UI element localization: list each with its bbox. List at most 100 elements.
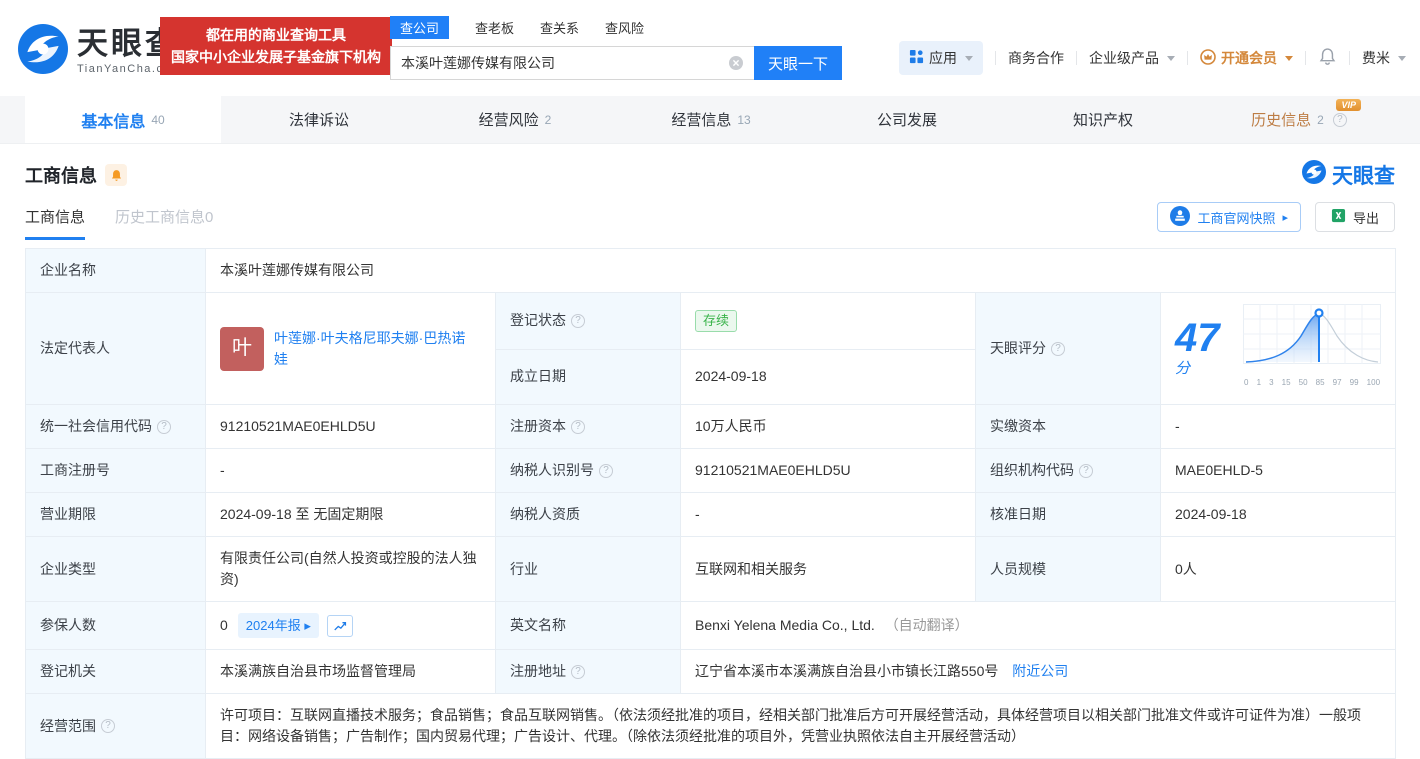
taxpayer-qualification-value: - (680, 492, 976, 537)
help-icon[interactable] (101, 719, 115, 733)
field-label: 经营范围 (25, 693, 206, 759)
help-icon[interactable] (157, 419, 171, 434)
reg-authority-value: 本溪满族自治县市场监督管理局 (205, 649, 496, 694)
field-label: 统一社会信用代码 (25, 404, 206, 449)
chevron-down-icon (1398, 55, 1406, 61)
field-label: 注册资本 (495, 404, 681, 449)
section-header: 工商信息 天眼查 (0, 144, 1420, 194)
chevron-down-icon (1285, 55, 1293, 61)
tianyancha-logo[interactable]: 天眼查 TianYanCha.com (18, 24, 182, 79)
english-name-value: Benxi Yelena Media Co., Ltd. (695, 617, 875, 633)
tab-history-info[interactable]: 历史信息 2 VIP (1201, 96, 1397, 143)
trend-chart-icon (334, 621, 346, 630)
export-button[interactable]: 导出 (1314, 202, 1395, 232)
insured-count-value: 0 (220, 617, 228, 633)
avatar[interactable]: 叶 (220, 326, 264, 371)
promo-line2: 国家中小企业发展子基金旗下机构 (171, 49, 381, 65)
score-axis-ticks: 0 1 3 15 50 85 97 99 100 (1244, 378, 1381, 387)
company-tab-bar: 基本信息 40 法律诉讼 经营风险 2 经营信息 13 公司发展 知识产权 历史… (0, 96, 1420, 144)
table-row: 企业类型 有限责任公司(自然人投资或控股的法人独资) 行业 互联网和相关服务 人… (25, 536, 1397, 602)
taxpayer-no-value: 91210521MAE0EHLD5U (680, 448, 976, 493)
score-value: 47 (1175, 316, 1220, 360)
apps-grid-icon (909, 49, 924, 67)
search-box: 查公司 查老板 查关系 查风险 天眼一下 (390, 16, 842, 80)
help-icon[interactable] (571, 664, 585, 679)
field-label: 营业期限 (25, 492, 206, 537)
help-icon[interactable] (571, 313, 585, 328)
tab-intellectual-property[interactable]: 知识产权 (1005, 96, 1201, 143)
header-nav: 应用 商务合作 企业级产品 开通会员 费米 (899, 41, 1406, 75)
table-row: 营业期限 2024-09-18 至 无固定期限 纳税人资质 - 核准日期 202… (25, 492, 1397, 537)
bell-icon (1318, 47, 1337, 69)
company-name-value: 本溪叶莲娜传媒有限公司 (204, 248, 1397, 293)
annual-report-tag[interactable]: 2024年报 ▸ (237, 613, 319, 638)
field-label: 参保人数 (25, 601, 206, 650)
watermark-logo: 天眼查 (1302, 160, 1395, 190)
tab-business-info[interactable]: 经营信息 13 (613, 96, 809, 143)
nav-vip[interactable]: 开通会员 (1200, 48, 1293, 68)
stamp-icon (1170, 205, 1191, 229)
field-label: 行业 (495, 536, 681, 602)
nav-cooperation-label: 商务合作 (1008, 50, 1064, 66)
search-tabs: 查公司 查老板 查关系 查风险 (390, 16, 842, 39)
nav-user[interactable]: 费米 (1362, 48, 1406, 68)
field-label: 成立日期 (495, 348, 681, 406)
nav-apps[interactable]: 应用 (899, 41, 983, 75)
trend-chart-button[interactable] (326, 614, 353, 637)
search-tab-boss[interactable]: 查老板 (475, 18, 514, 37)
table-row: 经营范围 许可项目：互联网直播技术服务；食品销售；食品互联网销售。（依法须经批准… (25, 693, 1397, 759)
notification-bell[interactable] (1318, 47, 1337, 69)
table-row: 参保人数 0 2024年报 ▸ 英文名称 Benxi Yelena Media … (25, 601, 1397, 650)
subscribe-bell-button[interactable] (105, 164, 127, 186)
industry-value: 互联网和相关服务 (680, 536, 976, 602)
reg-status-cell: 存续 (680, 292, 976, 350)
reg-capital-value: 10万人民币 (680, 404, 976, 449)
search-button[interactable]: 天眼一下 (754, 46, 842, 80)
field-label: 纳税人识别号 (495, 448, 681, 493)
search-tab-company[interactable]: 查公司 (390, 16, 450, 39)
clear-search-icon[interactable] (728, 55, 744, 71)
help-icon[interactable] (1332, 112, 1347, 127)
approval-date-value: 2024-09-18 (1159, 492, 1397, 537)
reg-address-value: 辽宁省本溪市本溪满族自治县小市镇长江路550号 (695, 663, 999, 679)
table-row: 统一社会信用代码 91210521MAE0EHLD5U 注册资本 10万人民币 … (25, 404, 1397, 449)
tab-operating-risk[interactable]: 经营风险 2 (417, 96, 613, 143)
nav-cooperation[interactable]: 商务合作 (1008, 48, 1064, 68)
chevron-down-icon (1167, 55, 1175, 61)
nav-user-label: 费米 (1362, 50, 1390, 66)
official-snapshot-button[interactable]: 工商官网快照 ▸ (1157, 202, 1301, 232)
business-term-value: 2024-09-18 至 无固定期限 (205, 492, 496, 537)
subtab-business-registration[interactable]: 工商信息 (25, 206, 86, 240)
promo-line1: 都在用的商业查询工具 (206, 27, 346, 43)
tab-basic-info[interactable]: 基本信息 40 (25, 96, 221, 143)
business-scope-value: 许可项目：互联网直播技术服务；食品销售；食品互联网销售。（依法须经批准的项目，经… (204, 693, 1397, 759)
search-tab-relation[interactable]: 查关系 (540, 18, 579, 37)
nav-apps-label: 应用 (929, 50, 957, 66)
insured-count-cell: 0 2024年报 ▸ (205, 601, 496, 650)
search-tab-risk[interactable]: 查风险 (605, 18, 644, 37)
help-icon[interactable] (1079, 463, 1093, 478)
reg-address-cell: 辽宁省本溪市本溪满族自治县小市镇长江路550号 附近公司 (679, 649, 1397, 694)
help-icon[interactable] (571, 419, 585, 434)
section-title: 工商信息 (25, 166, 97, 186)
nav-enterprise-label: 企业级产品 (1089, 50, 1159, 66)
nearby-companies-link[interactable]: 附近公司 (1012, 663, 1068, 679)
auto-translate-note: （自动翻译） (884, 617, 969, 633)
help-icon[interactable] (1051, 341, 1065, 356)
legal-rep-link[interactable]: 叶莲娜·叶夫格尼耶夫娜·巴热诺娃 (274, 328, 466, 370)
tab-legal-litigation[interactable]: 法律诉讼 (221, 96, 417, 143)
subtab-row: 工商信息 历史工商信息0 工商官网快照 ▸ 导出 (0, 194, 1420, 240)
tab-company-development[interactable]: 公司发展 (809, 96, 1005, 143)
vip-badge: VIP (1336, 99, 1361, 111)
field-label: 注册地址 (495, 649, 681, 694)
field-label: 天眼评分 (975, 292, 1161, 405)
nav-enterprise[interactable]: 企业级产品 (1089, 48, 1175, 68)
staff-size-value: 0人 (1159, 536, 1397, 602)
subtab-history-registration[interactable]: 历史工商信息0 (115, 206, 213, 240)
legal-rep-cell: 叶 叶莲娜·叶夫格尼耶夫娜·巴热诺娃 (205, 292, 496, 405)
help-icon[interactable] (599, 463, 613, 478)
nav-vip-label: 开通会员 (1221, 50, 1277, 66)
table-row: 工商注册号 - 纳税人识别号 91210521MAE0EHLD5U 组织机构代码… (25, 448, 1397, 493)
field-label: 企业名称 (25, 248, 206, 293)
search-input[interactable] (390, 46, 754, 80)
